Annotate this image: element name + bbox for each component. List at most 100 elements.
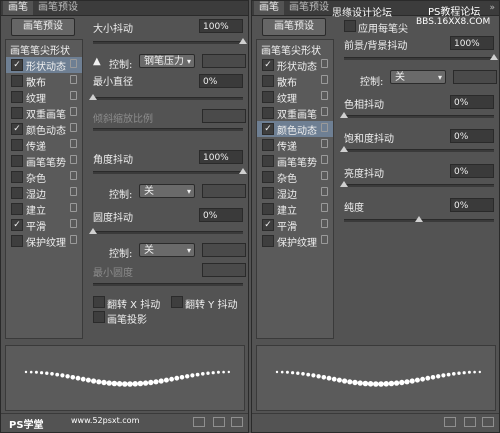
sidebar-checkbox[interactable]: [262, 155, 274, 167]
sidebar-item[interactable]: 纹理: [257, 89, 333, 105]
grid-icon[interactable]: [213, 417, 225, 427]
lock-icon[interactable]: [70, 219, 77, 228]
roundness-jitter-value[interactable]: 0%: [199, 208, 243, 222]
lock-icon[interactable]: [321, 107, 328, 116]
sidebar-item-brush-tip-shape[interactable]: 画笔笔尖形状: [261, 42, 321, 57]
grid-icon[interactable]: [464, 417, 476, 427]
tab-brush-presets[interactable]: 画笔预设: [284, 1, 334, 15]
sidebar-item[interactable]: 湿边: [257, 185, 333, 201]
flip-x-checkbox[interactable]: [93, 296, 105, 308]
sidebar-checkbox[interactable]: ✓: [262, 59, 274, 71]
sidebar-checkbox[interactable]: ✓: [262, 123, 274, 135]
lock-icon[interactable]: [70, 187, 77, 196]
sidebar-item[interactable]: ✓ 形状动态: [6, 57, 82, 73]
slider-thumb[interactable]: [89, 94, 97, 100]
sidebar-item[interactable]: 纹理: [6, 89, 82, 105]
control-select-roundness[interactable]: 关 ▾: [139, 243, 195, 257]
sidebar-item[interactable]: ✓ 平滑: [257, 217, 333, 233]
lock-icon[interactable]: [321, 219, 328, 228]
sidebar-item[interactable]: 画笔笔势: [257, 153, 333, 169]
purity-slider[interactable]: [344, 216, 494, 222]
slider-thumb[interactable]: [340, 181, 348, 187]
lock-icon[interactable]: [70, 123, 77, 132]
sidebar-checkbox[interactable]: [11, 75, 23, 87]
brush-presets-button[interactable]: 画笔预设: [262, 18, 326, 36]
sidebar-item[interactable]: 双重画笔: [257, 105, 333, 121]
lock-icon[interactable]: [70, 171, 77, 180]
sidebar-item[interactable]: 传递: [6, 137, 82, 153]
lock-icon[interactable]: [321, 59, 328, 68]
sidebar-item[interactable]: 画笔笔势: [6, 153, 82, 169]
sidebar-checkbox[interactable]: [262, 171, 274, 183]
panel-menu-icon[interactable]: »: [489, 1, 495, 15]
sidebar-checkbox[interactable]: [262, 139, 274, 151]
brightness-jitter-slider[interactable]: [340, 181, 494, 187]
sidebar-checkbox[interactable]: [11, 155, 23, 167]
sidebar-item[interactable]: 散布: [257, 73, 333, 89]
fg-bg-jitter-slider[interactable]: [344, 54, 498, 60]
sidebar-checkbox[interactable]: ✓: [11, 219, 23, 231]
sidebar-checkbox[interactable]: [11, 139, 23, 151]
lock-icon[interactable]: [321, 171, 328, 180]
lock-icon[interactable]: [321, 187, 328, 196]
sidebar-checkbox[interactable]: [262, 187, 274, 199]
sidebar-item[interactable]: 双重画笔: [6, 105, 82, 121]
size-jitter-slider[interactable]: [93, 38, 247, 44]
slider-thumb[interactable]: [239, 168, 247, 174]
sidebar-checkbox[interactable]: [11, 187, 23, 199]
lock-icon[interactable]: [70, 107, 77, 116]
sidebar-item[interactable]: 保护纹理: [6, 233, 82, 249]
lock-icon[interactable]: [70, 203, 77, 212]
new-brush-icon[interactable]: [482, 417, 494, 427]
sidebar-item-brush-tip-shape[interactable]: 画笔笔尖形状: [10, 42, 70, 57]
min-diameter-value[interactable]: 0%: [199, 74, 243, 88]
lock-icon[interactable]: [321, 91, 328, 100]
flip-y-checkbox[interactable]: [171, 296, 183, 308]
slider-thumb[interactable]: [340, 112, 348, 118]
angle-jitter-value[interactable]: 100%: [199, 150, 243, 164]
toggle-hard-proof-icon[interactable]: [193, 417, 205, 427]
sidebar-checkbox[interactable]: ✓: [262, 219, 274, 231]
size-jitter-value[interactable]: 100%: [199, 19, 243, 33]
new-brush-icon[interactable]: [231, 417, 243, 427]
min-diameter-slider[interactable]: [89, 94, 243, 100]
sidebar-item[interactable]: 保护纹理: [257, 233, 333, 249]
lock-icon[interactable]: [321, 155, 328, 164]
sidebar-checkbox[interactable]: [262, 203, 274, 215]
sidebar-checkbox[interactable]: [262, 75, 274, 87]
roundness-jitter-slider[interactable]: [89, 228, 243, 234]
slider-thumb[interactable]: [89, 228, 97, 234]
sidebar-checkbox[interactable]: [11, 235, 23, 247]
slider-thumb[interactable]: [415, 216, 423, 222]
lock-icon[interactable]: [321, 235, 328, 244]
sidebar-checkbox[interactable]: ✓: [11, 59, 23, 71]
brightness-jitter-value[interactable]: 0%: [450, 164, 494, 178]
tab-brush[interactable]: 画笔: [254, 1, 284, 15]
sidebar-checkbox[interactable]: [11, 91, 23, 103]
angle-jitter-slider[interactable]: [93, 168, 247, 174]
control-select[interactable]: 关 ▾: [390, 70, 446, 84]
sidebar-checkbox[interactable]: [11, 107, 23, 119]
purity-value[interactable]: 0%: [450, 198, 494, 212]
saturation-jitter-value[interactable]: 0%: [450, 129, 494, 143]
brush-presets-button[interactable]: 画笔预设: [11, 18, 75, 36]
hue-jitter-value[interactable]: 0%: [450, 95, 494, 109]
saturation-jitter-slider[interactable]: [340, 146, 494, 152]
tab-brush[interactable]: 画笔: [3, 1, 33, 15]
lock-icon[interactable]: [70, 235, 77, 244]
toggle-hard-proof-icon[interactable]: [444, 417, 456, 427]
lock-icon[interactable]: [321, 123, 328, 132]
sidebar-checkbox[interactable]: [11, 203, 23, 215]
sidebar-item[interactable]: 湿边: [6, 185, 82, 201]
slider-thumb[interactable]: [239, 38, 247, 44]
sidebar-item[interactable]: ✓ 平滑: [6, 217, 82, 233]
brush-projection-checkbox[interactable]: [93, 311, 105, 323]
lock-icon[interactable]: [70, 59, 77, 68]
lock-icon[interactable]: [70, 75, 77, 84]
sidebar-item[interactable]: ✓ 颜色动态: [6, 121, 82, 137]
sidebar-checkbox[interactable]: [262, 107, 274, 119]
sidebar-item[interactable]: 杂色: [6, 169, 82, 185]
lock-icon[interactable]: [321, 139, 328, 148]
hue-jitter-slider[interactable]: [340, 112, 494, 118]
lock-icon[interactable]: [321, 75, 328, 84]
